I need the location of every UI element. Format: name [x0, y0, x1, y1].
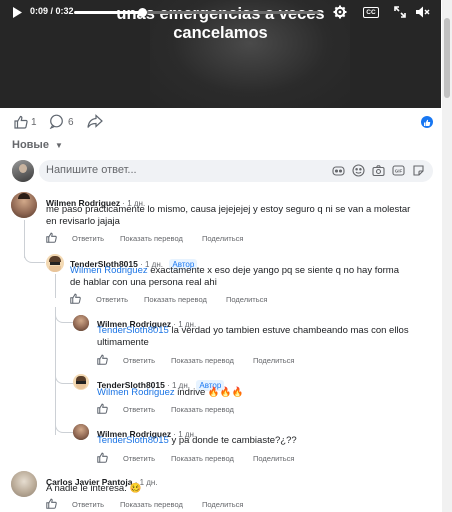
- comment-actions: Ответить Показать перевод Поделиться: [46, 498, 346, 512]
- share-button[interactable]: Поделиться: [226, 295, 267, 304]
- like-icon[interactable]: [46, 498, 57, 509]
- show-translation-button[interactable]: Показать перевод: [120, 500, 183, 509]
- avatar[interactable]: [73, 374, 89, 390]
- caption-line-2: cancelamos: [173, 24, 268, 42]
- comment-text: TenderSloth8015 la verdad yo tambien est…: [97, 325, 437, 349]
- reply-button[interactable]: Ответить: [123, 356, 155, 365]
- comment-actions: Ответить Показать перевод Поделиться: [97, 354, 397, 368]
- reply-button[interactable]: Ответить: [123, 454, 155, 463]
- like-icon[interactable]: [14, 115, 28, 134]
- comment-text-line: en revisarlo jajaja: [46, 216, 120, 227]
- pip-icon[interactable]: [391, 0, 409, 24]
- like-icon[interactable]: [97, 354, 108, 365]
- video-progress-fill: [74, 11, 143, 14]
- video-player[interactable]: unas emergencias a veces cancelamos 0:09…: [0, 0, 441, 108]
- reply-button[interactable]: Ответить: [123, 405, 155, 414]
- show-translation-button[interactable]: Показать перевод: [171, 454, 234, 463]
- avatar[interactable]: [73, 315, 89, 331]
- comment-text: A nadie le interesa. 🥴: [46, 483, 426, 495]
- video-time: 0:09 / 0:32: [30, 6, 74, 16]
- share-button[interactable]: Поделиться: [202, 500, 243, 509]
- current-user-avatar[interactable]: [12, 160, 34, 182]
- cc-icon[interactable]: CC: [362, 0, 380, 24]
- emoji-icon[interactable]: [352, 164, 366, 178]
- reply-button[interactable]: Ответить: [72, 234, 104, 243]
- reply-button[interactable]: Ответить: [72, 500, 104, 509]
- comment-text: me paso practicamente lo mismo, causa je…: [46, 204, 438, 228]
- comment-text-line: y pa donde te cambiaste?¿??: [168, 435, 297, 446]
- settings-icon[interactable]: [331, 0, 349, 24]
- video-progress-bar[interactable]: [74, 8, 320, 17]
- share-button[interactable]: Поделиться: [253, 454, 294, 463]
- likes-count: 1: [31, 117, 37, 128]
- like-icon[interactable]: [46, 232, 57, 243]
- comment-actions: Ответить Показать перевод Поделиться: [70, 293, 370, 307]
- show-translation-button[interactable]: Показать перевод: [120, 234, 183, 243]
- mention-link[interactable]: Wilmen Rodriguez: [70, 265, 148, 276]
- share-icon[interactable]: [87, 114, 103, 134]
- show-translation-button[interactable]: Показать перевод: [144, 295, 207, 304]
- avatar-sticker-icon[interactable]: [332, 164, 346, 178]
- reply-input[interactable]: [46, 164, 286, 176]
- caret-down-icon: ▼: [55, 141, 63, 150]
- show-translation-button[interactable]: Показать перевод: [171, 405, 234, 414]
- comment-text-line: ultimamente: [97, 337, 149, 348]
- avatar[interactable]: [11, 192, 37, 218]
- sort-dropdown[interactable]: Новые ▼: [12, 139, 63, 151]
- mention-link[interactable]: TenderSloth8015: [97, 435, 169, 446]
- avatar[interactable]: [46, 254, 64, 272]
- comment-icon[interactable]: [49, 114, 64, 134]
- mention-link[interactable]: TenderSloth8015: [97, 325, 169, 336]
- like-reaction-icon: [421, 116, 433, 128]
- mention-link[interactable]: Wilmen Rodriguez: [97, 387, 175, 398]
- comment-text-line: me paso practicamente lo mismo, causa je…: [46, 204, 411, 215]
- comment-text: Wilmen Rodriguez exactamente x eso deje …: [70, 265, 435, 289]
- share-button[interactable]: Поделиться: [253, 356, 294, 365]
- comment-actions: Ответить Показать перевод: [97, 403, 397, 417]
- camera-icon[interactable]: [372, 164, 386, 178]
- like-icon[interactable]: [97, 452, 108, 463]
- play-icon[interactable]: [8, 0, 26, 24]
- svg-text:GIF: GIF: [395, 169, 403, 174]
- avatar[interactable]: [73, 424, 89, 440]
- share-button[interactable]: Поделиться: [202, 234, 243, 243]
- comment-text: TenderSloth8015 y pa donde te cambiaste?…: [97, 435, 437, 447]
- comment-text-line: A nadie le interesa. 🥴: [46, 483, 142, 494]
- comment-actions: Ответить Показать перевод Поделиться: [97, 452, 397, 466]
- show-translation-button[interactable]: Показать перевод: [171, 356, 234, 365]
- avatar[interactable]: [11, 471, 37, 497]
- scrollbar-thumb[interactable]: [444, 18, 450, 98]
- gif-icon[interactable]: GIF: [392, 164, 406, 178]
- like-icon[interactable]: [97, 403, 108, 414]
- comment-text-line: exactamente x eso deje yango pq se sient…: [147, 265, 400, 276]
- comment-text-line: de hablar con una persona real ahi: [70, 277, 217, 288]
- comment-text-line: indrive 🔥🔥🔥: [174, 387, 244, 398]
- comment-text-line: la verdad yo tambien estuve chambeando m…: [168, 325, 409, 336]
- cc-label: CC: [363, 6, 379, 18]
- sticker-icon[interactable]: [412, 164, 426, 178]
- comment-actions: Ответить Показать перевод Поделиться: [46, 232, 346, 246]
- volume-muted-icon[interactable]: [414, 0, 432, 24]
- reply-composer[interactable]: GIF: [39, 160, 433, 182]
- reply-button[interactable]: Ответить: [96, 295, 128, 304]
- sort-label: Новые: [12, 139, 49, 151]
- like-icon[interactable]: [70, 293, 81, 304]
- comment-text: Wilmen Rodriguez indrive 🔥🔥🔥: [97, 387, 437, 399]
- comments-count: 6: [68, 117, 74, 128]
